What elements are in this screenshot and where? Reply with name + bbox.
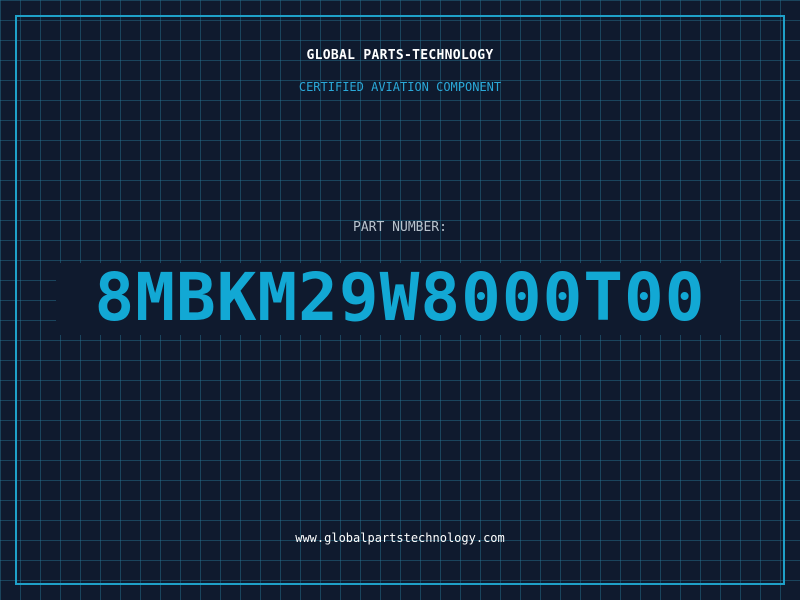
certification-subtitle: CERTIFIED AVIATION COMPONENT bbox=[298, 80, 502, 94]
part-label-canvas: GLOBAL PARTS-TECHNOLOGY CERTIFIED AVIATI… bbox=[0, 0, 800, 600]
part-number-value: 8MBKM29W8000T00 bbox=[94, 259, 706, 336]
website-url: www.globalpartstechnology.com bbox=[295, 531, 505, 545]
brand-name: GLOBAL PARTS-TECHNOLOGY bbox=[306, 48, 494, 63]
part-number-label: PART NUMBER: bbox=[353, 220, 447, 235]
